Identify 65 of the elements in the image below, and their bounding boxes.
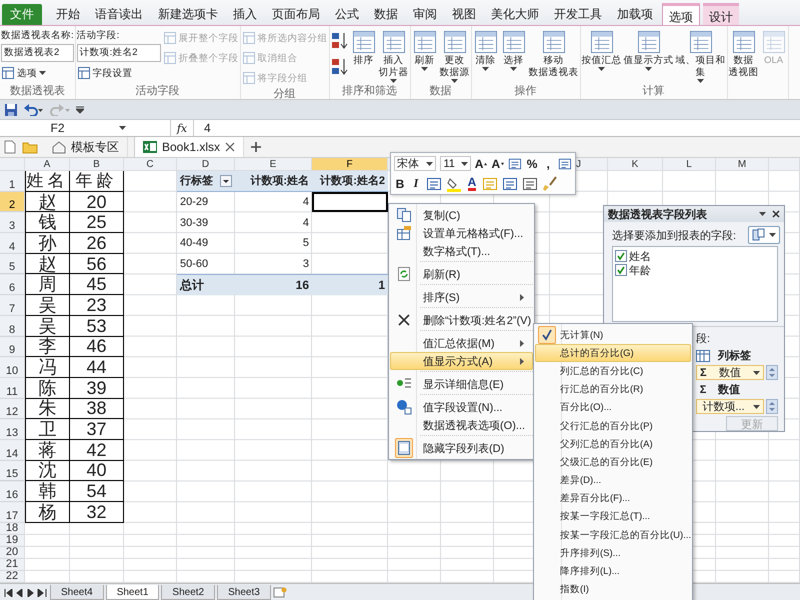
pivot-cell: 计数项:姓名 — [235, 171, 312, 192]
table-cell: 45 — [70, 274, 124, 296]
area-label: 列标签 — [718, 348, 751, 363]
table-cell: 吴 — [25, 316, 70, 336]
table-cell: 25 — [70, 212, 124, 234]
table-cell: 卫 — [25, 419, 70, 440]
table-cell: 44 — [70, 357, 124, 378]
table-cell: 37 — [70, 419, 124, 440]
table-cell: 年龄 — [70, 171, 124, 192]
table-cell: 李 — [25, 336, 70, 358]
pivot-cell-text: 3 — [302, 257, 310, 272]
sigma-symbol: Σ — [698, 384, 708, 396]
field-label: 活动字段: — [76, 29, 120, 42]
group-label: 排序和筛选 — [341, 84, 398, 99]
table-cell: 陈 — [25, 378, 70, 399]
field-name: 姓名 — [629, 250, 651, 264]
pivot-cell-text: 30-39 — [179, 216, 210, 231]
prompt-text: 选择要添加到报表的字段: — [612, 228, 736, 243]
table-cell: 23 — [70, 295, 124, 316]
pivot-cell: 计数项:姓名2 — [312, 171, 388, 192]
hint-text: 段: — [696, 332, 712, 346]
table-cell: 32 — [70, 502, 124, 523]
table-cell: 39 — [70, 378, 124, 399]
table-cell: 54 — [70, 481, 124, 502]
group-label: 操作 — [514, 84, 538, 99]
group-label: 活动字段 — [134, 84, 181, 99]
table-cell: 朱 — [25, 398, 70, 420]
pivot-cell-text: 20-29 — [179, 195, 210, 210]
table-cell: 56 — [70, 254, 124, 274]
table-cell: 赵 — [25, 192, 70, 212]
table-cell: 姓名 — [25, 171, 70, 192]
group-label: 计算 — [642, 84, 666, 99]
pivot-cell-text: 行标签 — [180, 174, 213, 188]
table-cell: 钱 — [25, 212, 70, 234]
pivot-cell: 总计 — [177, 274, 235, 296]
pivot-cell-text: 40-49 — [179, 236, 210, 252]
field-name: 年龄 — [629, 264, 651, 278]
table-cell: 孙 — [25, 233, 70, 254]
table-cell: 吴 — [25, 295, 70, 316]
group-label: 分组 — [272, 87, 297, 102]
table-cell: 42 — [70, 440, 124, 461]
field-label: 数据透视表名称: — [1, 29, 74, 42]
table-cell: 沈 — [25, 460, 70, 482]
pivot-cell: 1 — [312, 274, 388, 296]
table-cell: 40 — [70, 460, 124, 482]
table-cell: 韩 — [25, 481, 70, 502]
table-cell: 38 — [70, 398, 124, 420]
pivot-cell-text: 50-60 — [179, 257, 210, 272]
table-cell: 46 — [70, 336, 124, 358]
table-cell: 蒋 — [25, 440, 70, 461]
pane-title: 数据透视表字段列表 — [608, 208, 708, 222]
area-label: 数值 — [718, 383, 740, 397]
pivot-cell: 16 — [235, 274, 312, 296]
table-cell: 冯 — [25, 357, 70, 378]
table-cell: 杨 — [25, 502, 70, 523]
pivot-cell-text: 4 — [302, 195, 310, 210]
table-cell: 20 — [70, 192, 124, 212]
table-cell: 周 — [25, 274, 70, 296]
table-cell: 赵 — [25, 254, 70, 274]
group-label: 数据透视表 — [8, 84, 66, 99]
pivot-cell-text: 5 — [302, 236, 310, 252]
group-label: 数据 — [428, 84, 453, 99]
pivot-cell-text: 4 — [302, 216, 310, 231]
table-cell: 26 — [70, 233, 124, 254]
table-cell: 53 — [70, 316, 124, 336]
